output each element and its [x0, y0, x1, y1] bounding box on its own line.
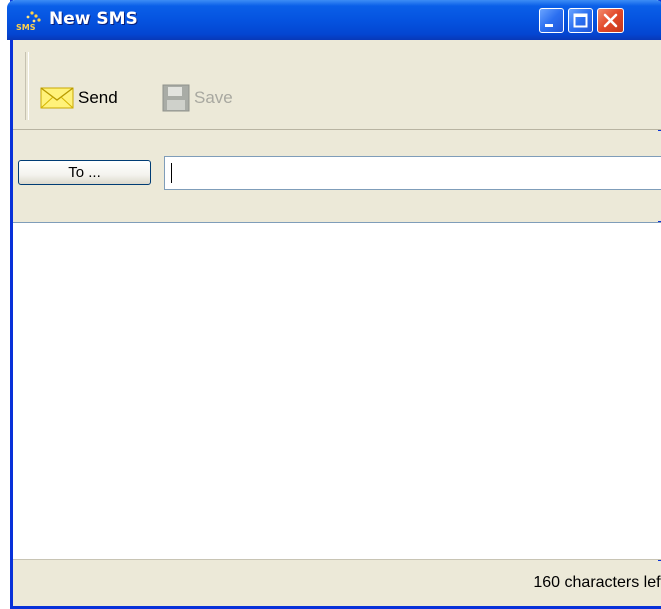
save-button[interactable]: Save [162, 84, 233, 112]
send-button[interactable]: Send [40, 85, 118, 111]
text-caret [171, 163, 172, 183]
to-button[interactable]: To ... [18, 160, 151, 185]
window-title: New SMS [49, 9, 138, 29]
title-bar[interactable]: SMS New SMS [7, 0, 661, 40]
close-button[interactable] [597, 8, 624, 33]
minimize-icon [545, 24, 553, 27]
svg-text:SMS: SMS [16, 23, 36, 32]
maximize-button[interactable] [568, 8, 593, 33]
minimize-button[interactable] [539, 8, 564, 33]
send-label: Send [78, 88, 118, 107]
save-label: Save [194, 88, 233, 107]
message-body[interactable] [13, 222, 661, 560]
window-body: Send Save To ... 160 characters left [13, 40, 661, 606]
characters-left-text: 160 characters left [533, 574, 661, 591]
toolbar-grip[interactable] [25, 52, 29, 120]
maximize-icon [573, 13, 588, 28]
sms-app-icon: SMS [16, 11, 41, 32]
toolbar-divider [13, 129, 661, 130]
status-bar: 160 characters left [13, 561, 661, 606]
close-icon [603, 13, 618, 28]
floppy-disk-icon [162, 84, 190, 112]
recipient-input[interactable] [164, 156, 661, 190]
envelope-icon [40, 87, 74, 109]
